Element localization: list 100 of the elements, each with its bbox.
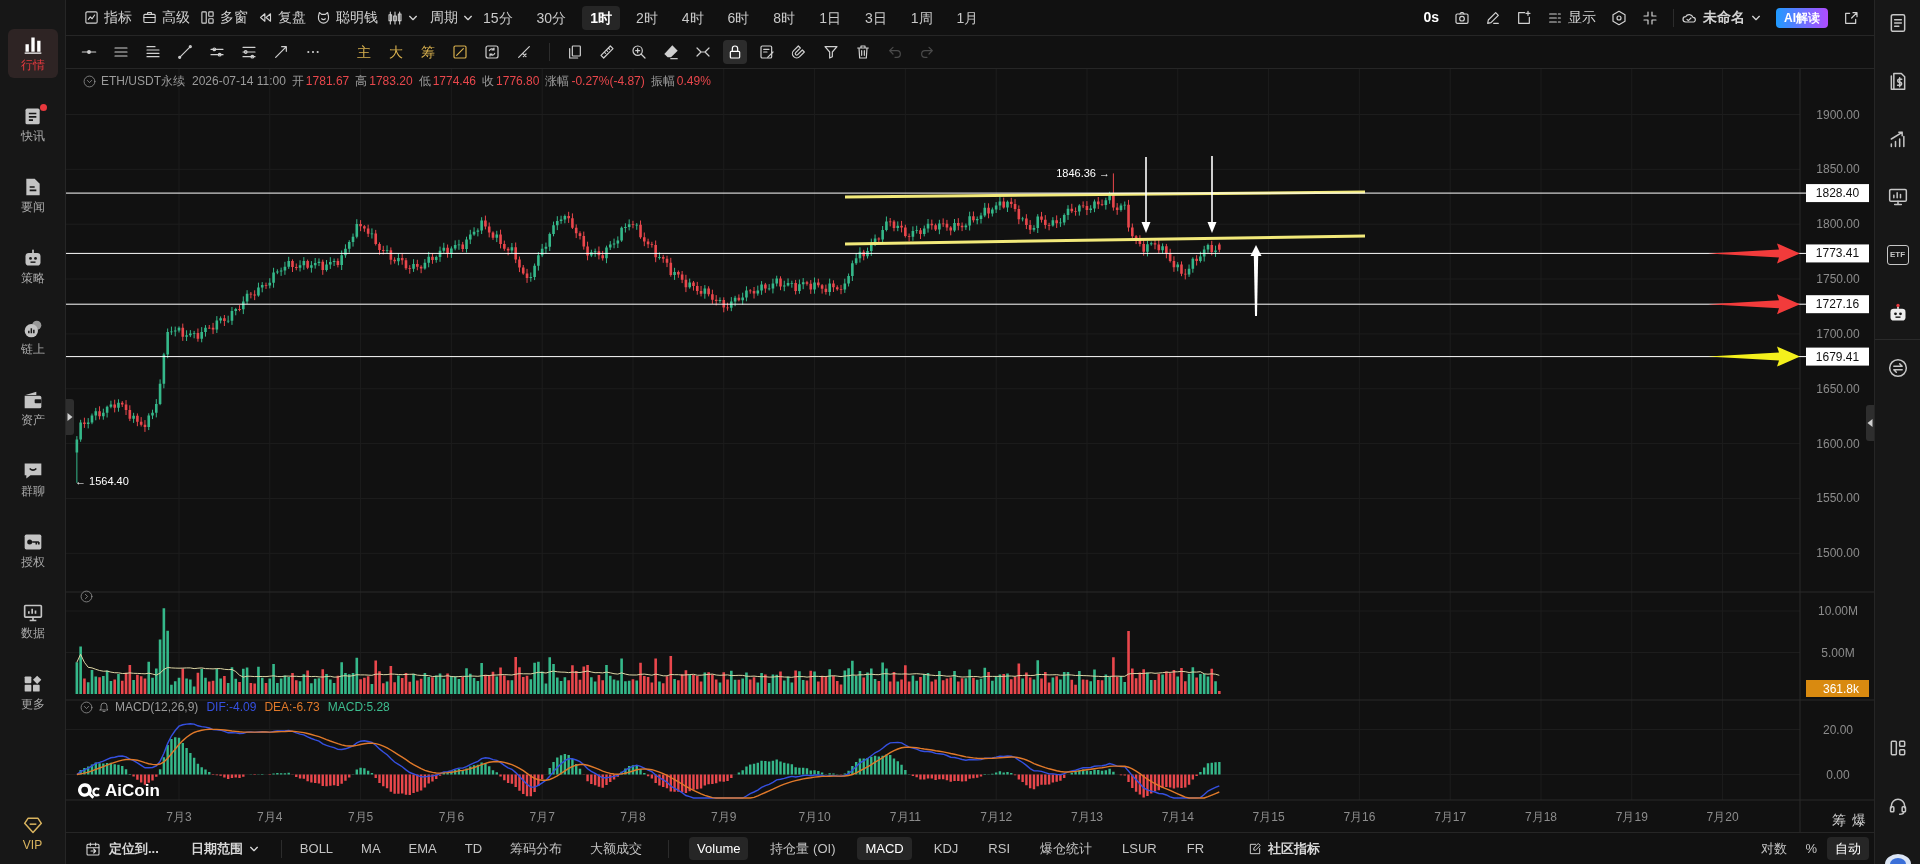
period-tab[interactable]: 1月 (948, 5, 987, 30)
period-dropdown[interactable]: 周期 (430, 7, 473, 28)
sidebar-item[interactable]: 链上 (7, 313, 58, 362)
quote-value: 1776.80 (496, 73, 540, 90)
scale-mode-button[interactable]: 对数 (1753, 837, 1796, 860)
vip-button[interactable]: VIP (7, 809, 58, 858)
trend-line[interactable] (844, 234, 1366, 246)
collapse-handle[interactable] (66, 399, 74, 435)
period-tab[interactable]: 30分 (528, 5, 575, 30)
quote-value: 1783.20 (369, 73, 413, 90)
down-arrow[interactable] (1141, 156, 1151, 233)
collapse-icon[interactable] (1642, 9, 1658, 26)
settings-icon[interactable] (1611, 9, 1627, 26)
period-tab[interactable]: 2时 (627, 5, 666, 30)
indicator-tab[interactable]: MA (353, 837, 389, 860)
add-window-icon[interactable] (1516, 9, 1532, 26)
sidebar-item[interactable]: 快讯 (7, 100, 58, 149)
toolbar-button[interactable]: 多窗 (200, 7, 248, 28)
price-level-line[interactable] (66, 356, 1807, 358)
indicator-tab[interactable]: LSUR (1114, 837, 1165, 860)
indicator-tab[interactable]: MACD (857, 837, 912, 860)
sidebar-item[interactable]: 数据 (7, 597, 58, 646)
bell-icon[interactable] (98, 701, 110, 713)
overlay-toggle[interactable]: 筹 (416, 40, 440, 64)
monitor-chart-icon[interactable] (1887, 187, 1908, 207)
toolbar-button[interactable]: 复盘 (258, 7, 306, 28)
date-axis-label: 7月12 (980, 810, 1013, 824)
rewind-icon (258, 10, 273, 25)
community-indicators-button[interactable]: 社区指标 (1240, 837, 1329, 860)
indicator-tab[interactable]: FR (1178, 837, 1213, 860)
date-range-dropdown[interactable]: 日期范围 (182, 837, 267, 860)
collapse-icon[interactable] (83, 74, 96, 88)
date-axis-label: 7月10 (798, 810, 831, 824)
line-chart-icon (84, 10, 99, 25)
period-tab[interactable]: 6时 (719, 5, 758, 30)
headset-icon[interactable] (1887, 796, 1908, 816)
sidebar-item[interactable]: 行情 (7, 29, 58, 78)
date-axis-label: 7月13 (1071, 810, 1103, 824)
indicator-tab[interactable]: BOLL (291, 837, 342, 860)
collapse-handle[interactable] (1866, 405, 1874, 441)
volume-axis-label: 5.00M (1821, 645, 1855, 660)
period-tab[interactable]: 8时 (765, 5, 804, 30)
sidebar-item[interactable]: 授权 (7, 526, 58, 575)
indicator-tab[interactable]: EMA (400, 837, 445, 860)
indicator-tab[interactable]: KDJ (925, 837, 967, 860)
indicator-tab[interactable]: 筹码分布 (502, 837, 571, 860)
scale-mode-button[interactable]: 自动 (1827, 837, 1869, 860)
price-level-line[interactable] (66, 252, 1807, 254)
chart-type-button[interactable] (387, 9, 418, 26)
indicator-tab[interactable]: 爆仓统计 (1032, 837, 1100, 860)
locate-button[interactable]: 定位到... (85, 837, 167, 860)
date-axis-label: 7月9 (711, 810, 737, 824)
indicator-tab[interactable]: TD (456, 837, 491, 860)
sidebar-item[interactable]: 资产 (7, 384, 58, 433)
period-tab[interactable]: 1日 (811, 5, 849, 30)
overlay-toggle[interactable]: 主 (352, 40, 376, 64)
indicator-tab[interactable]: RSI (980, 837, 1018, 860)
period-tab[interactable]: 4时 (673, 5, 712, 30)
indicator-tab[interactable]: 持仓量 (OI) (762, 837, 844, 860)
period-tab[interactable]: 1周 (902, 5, 941, 30)
up-arrow[interactable] (1250, 245, 1262, 316)
exchange-icon[interactable] (1887, 358, 1908, 378)
trend-line[interactable] (845, 190, 1365, 199)
down-arrow[interactable] (1207, 155, 1217, 233)
scale-mode-button[interactable]: % (1797, 837, 1825, 860)
price-tag: 1828.40 (1806, 184, 1869, 203)
brand-name: AiCoin (105, 780, 160, 802)
etf-button[interactable]: ETF (1886, 245, 1909, 265)
indicator-tab[interactable]: Volume (689, 837, 749, 860)
period-tab[interactable]: 3日 (856, 5, 895, 30)
axis-toggle[interactable]: 爆 (1852, 812, 1866, 828)
sidebar-item[interactable]: 策略 (7, 242, 58, 291)
toolbar-button[interactable]: 指标 (84, 7, 132, 28)
logo-icon (77, 781, 101, 800)
high-price-label: 1846.36 → (1056, 167, 1110, 179)
low-price-label: ← 1564.40 (75, 475, 129, 487)
indicator-tab[interactable]: 大额成交 (582, 837, 651, 860)
lock-button[interactable] (723, 40, 747, 64)
sidebar-item[interactable]: 要闻 (7, 171, 58, 220)
volume-axis-label: 10.00M (1818, 604, 1858, 618)
share-icon[interactable] (1843, 9, 1859, 26)
period-tab[interactable]: 15分 (475, 5, 521, 30)
collapse-icon[interactable] (80, 700, 93, 714)
quote-label: 振幅 (650, 73, 675, 90)
toolbar-button[interactable]: 高级 (142, 7, 190, 28)
toolbar-button[interactable]: 聪明钱 (316, 7, 378, 28)
symbol-name: ETH/USDT永续 (101, 73, 185, 90)
camera-icon[interactable] (1454, 9, 1470, 26)
price-tag: 1679.41 (1806, 347, 1869, 366)
layout-name-dropdown[interactable]: 未命名 (1681, 7, 1761, 28)
display-button[interactable]: 显示 (1547, 7, 1596, 28)
avatar-icon[interactable] (1884, 854, 1911, 864)
axis-toggle[interactable]: 筹 (1832, 812, 1846, 828)
sidebar-item[interactable]: 更多 (7, 668, 58, 717)
pencil-icon[interactable] (1485, 9, 1501, 26)
period-tab[interactable]: 1时 (582, 5, 620, 30)
overlay-toggle[interactable]: 大 (384, 40, 408, 64)
ai-analysis-button[interactable]: AI解读 (1776, 7, 1828, 28)
expand-icon[interactable] (80, 590, 93, 603)
sidebar-item[interactable]: 群聊 (7, 455, 58, 504)
